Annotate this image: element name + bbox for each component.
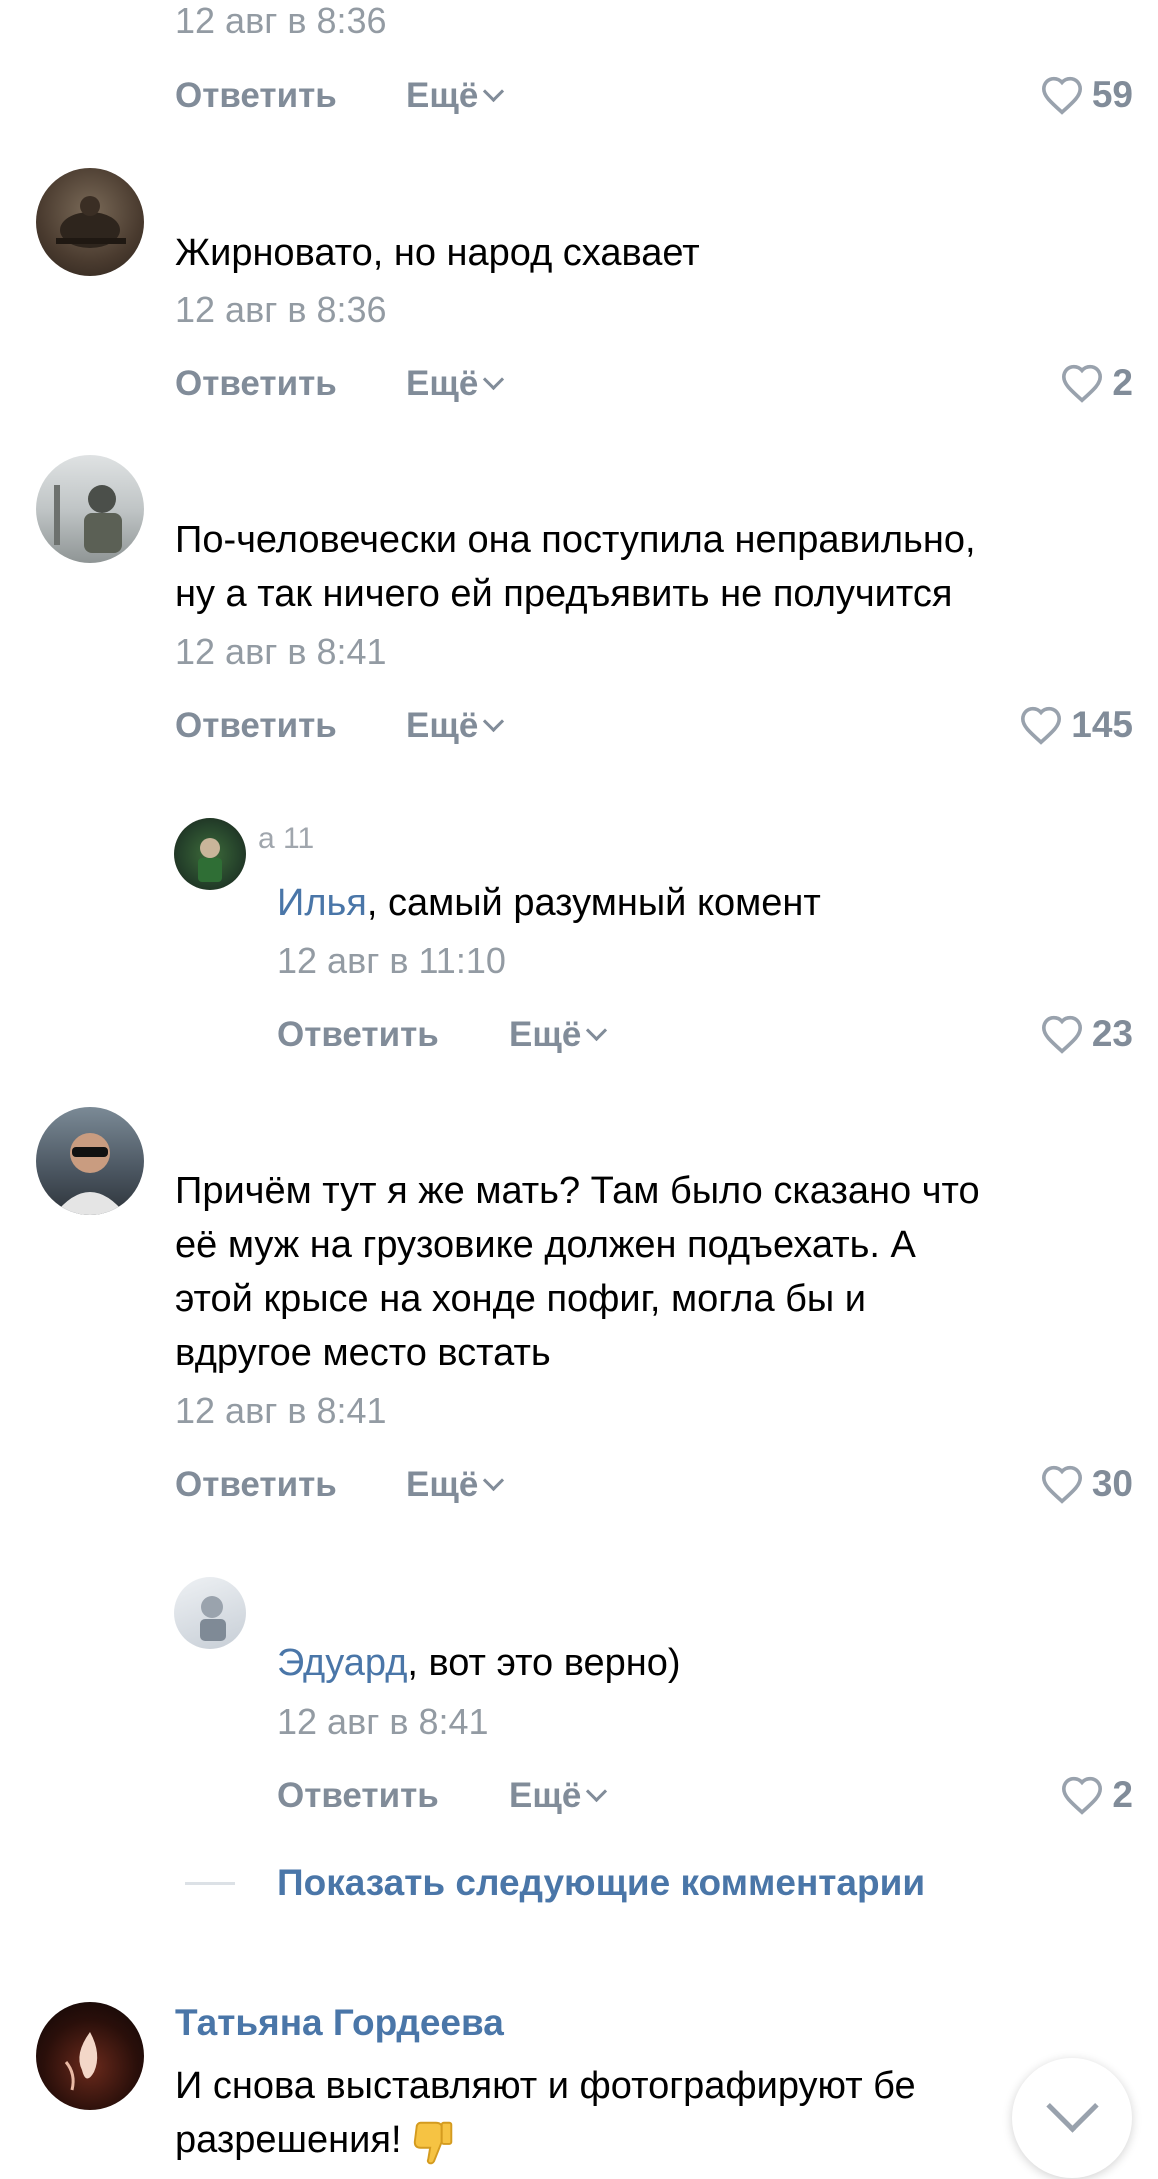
heart-icon <box>1041 1465 1082 1504</box>
reply-text-body: , вот это верно) <box>407 1642 681 1684</box>
like-count: 2 <box>1112 1774 1133 1815</box>
chevron-down-icon <box>586 1780 608 1803</box>
heart-icon <box>1041 76 1082 115</box>
more-label: Ещё <box>406 76 479 115</box>
comment-date: 12 авг в 8:41 <box>277 1701 489 1742</box>
comment-text-line: По-человечески она поступила неправильно… <box>175 519 976 561</box>
reply-button[interactable]: Ответить <box>175 706 337 746</box>
comment-text-line: её муж на грузовике должен подъехать. А <box>175 1224 916 1266</box>
comment-text-line: Причём тут я же мать? Там было сказано ч… <box>175 1170 980 1212</box>
reply-text: Эдуард, вот это верно) <box>277 1636 681 1690</box>
comment-date: 12 авг в 8:36 <box>175 289 387 330</box>
like-count: 2 <box>1112 362 1133 403</box>
avatar-image <box>64 2032 98 2091</box>
like-button[interactable]: 145 <box>913 704 1133 746</box>
more-button[interactable]: Ещё <box>509 1015 608 1055</box>
comment-text-line: этой крысе на хонде пофиг, могла бы и <box>175 1278 866 1320</box>
heart-icon <box>1062 1776 1103 1815</box>
comment-text: Жирновато, но народ схавает <box>175 232 700 274</box>
scroll-down-button[interactable] <box>1012 2058 1132 2178</box>
avatar[interactable] <box>174 818 246 890</box>
like-button[interactable]: 2 <box>913 362 1133 404</box>
avatar-image <box>200 1596 226 1641</box>
avatar[interactable] <box>36 1107 144 1215</box>
show-more-button[interactable]: Показать следующие комментарии <box>277 1862 925 1904</box>
comment-date: 12 авг в 11:10 <box>277 940 506 981</box>
comment-text-line: разрешения! <box>175 2113 456 2167</box>
like-count: 145 <box>1071 704 1133 745</box>
mention-link[interactable]: Илья <box>277 882 367 924</box>
comment-text-body: разрешения! <box>175 2119 402 2161</box>
mention-link[interactable]: Эдуард <box>277 1642 407 1684</box>
avatar[interactable] <box>36 2002 144 2110</box>
avatar-image <box>54 1133 126 1215</box>
more-label: Ещё <box>406 1465 479 1504</box>
reply-text-body: , самый разумный комент <box>366 882 821 924</box>
reply-text: Илья, самый разумный комент <box>277 876 821 930</box>
comment-text-line: И снова выставляют и фотографируют бе <box>175 2065 916 2107</box>
chevron-down-icon <box>483 710 505 733</box>
thread-line <box>185 1882 235 1885</box>
more-label: Ещё <box>509 1776 582 1815</box>
comment-text-line: ну а так ничего ей предъявить не получит… <box>175 573 953 615</box>
avatar-image <box>54 485 122 553</box>
chevron-down-icon <box>483 368 505 391</box>
more-label: Ещё <box>406 706 479 745</box>
avatar-image <box>56 196 126 248</box>
more-button[interactable]: Ещё <box>406 1465 505 1505</box>
comment-date: 12 авг в 8:36 <box>175 0 387 41</box>
heart-icon <box>1021 706 1062 745</box>
more-button[interactable]: Ещё <box>406 706 505 746</box>
like-button[interactable]: 59 <box>913 74 1133 116</box>
like-count: 30 <box>1091 1463 1133 1504</box>
avatar[interactable] <box>36 455 144 563</box>
more-button[interactable]: Ещё <box>406 364 505 404</box>
chevron-down-icon <box>483 1469 505 1492</box>
avatar[interactable] <box>36 168 144 276</box>
like-button[interactable]: 23 <box>913 1013 1133 1055</box>
comment-text-line: вдругое место встать <box>175 1332 551 1374</box>
comment-author[interactable]: Татьяна Гордеева <box>175 2002 504 2044</box>
more-label: Ещё <box>509 1015 582 1054</box>
more-button[interactable]: Ещё <box>509 1776 608 1816</box>
reply-button[interactable]: Ответить <box>175 76 337 116</box>
more-button[interactable]: Ещё <box>406 76 505 116</box>
reply-button[interactable]: Ответить <box>175 1465 337 1505</box>
avatar-image <box>198 838 222 882</box>
chevron-down-icon <box>483 80 505 103</box>
comment-date: 12 авг в 8:41 <box>175 631 387 672</box>
reply-button[interactable]: Ответить <box>175 364 337 404</box>
more-label: Ещё <box>406 364 479 403</box>
heart-icon <box>1041 1015 1082 1054</box>
like-button[interactable]: 2 <box>913 1774 1133 1816</box>
chevron-down-icon <box>586 1019 608 1042</box>
like-count: 23 <box>1091 1013 1133 1054</box>
reply-button[interactable]: Ответить <box>277 1776 439 1816</box>
comment-date: 12 авг в 8:41 <box>175 1390 387 1431</box>
reply-author[interactable]: a 11 <box>258 822 314 856</box>
chevron-down-icon <box>1046 2080 1099 2133</box>
like-button[interactable]: 30 <box>913 1463 1133 1505</box>
reply-button[interactable]: Ответить <box>277 1015 439 1055</box>
avatar[interactable] <box>174 1577 246 1649</box>
like-count: 59 <box>1091 74 1133 115</box>
thumbs-down-emoji <box>413 2121 453 2165</box>
heart-icon <box>1062 364 1103 403</box>
